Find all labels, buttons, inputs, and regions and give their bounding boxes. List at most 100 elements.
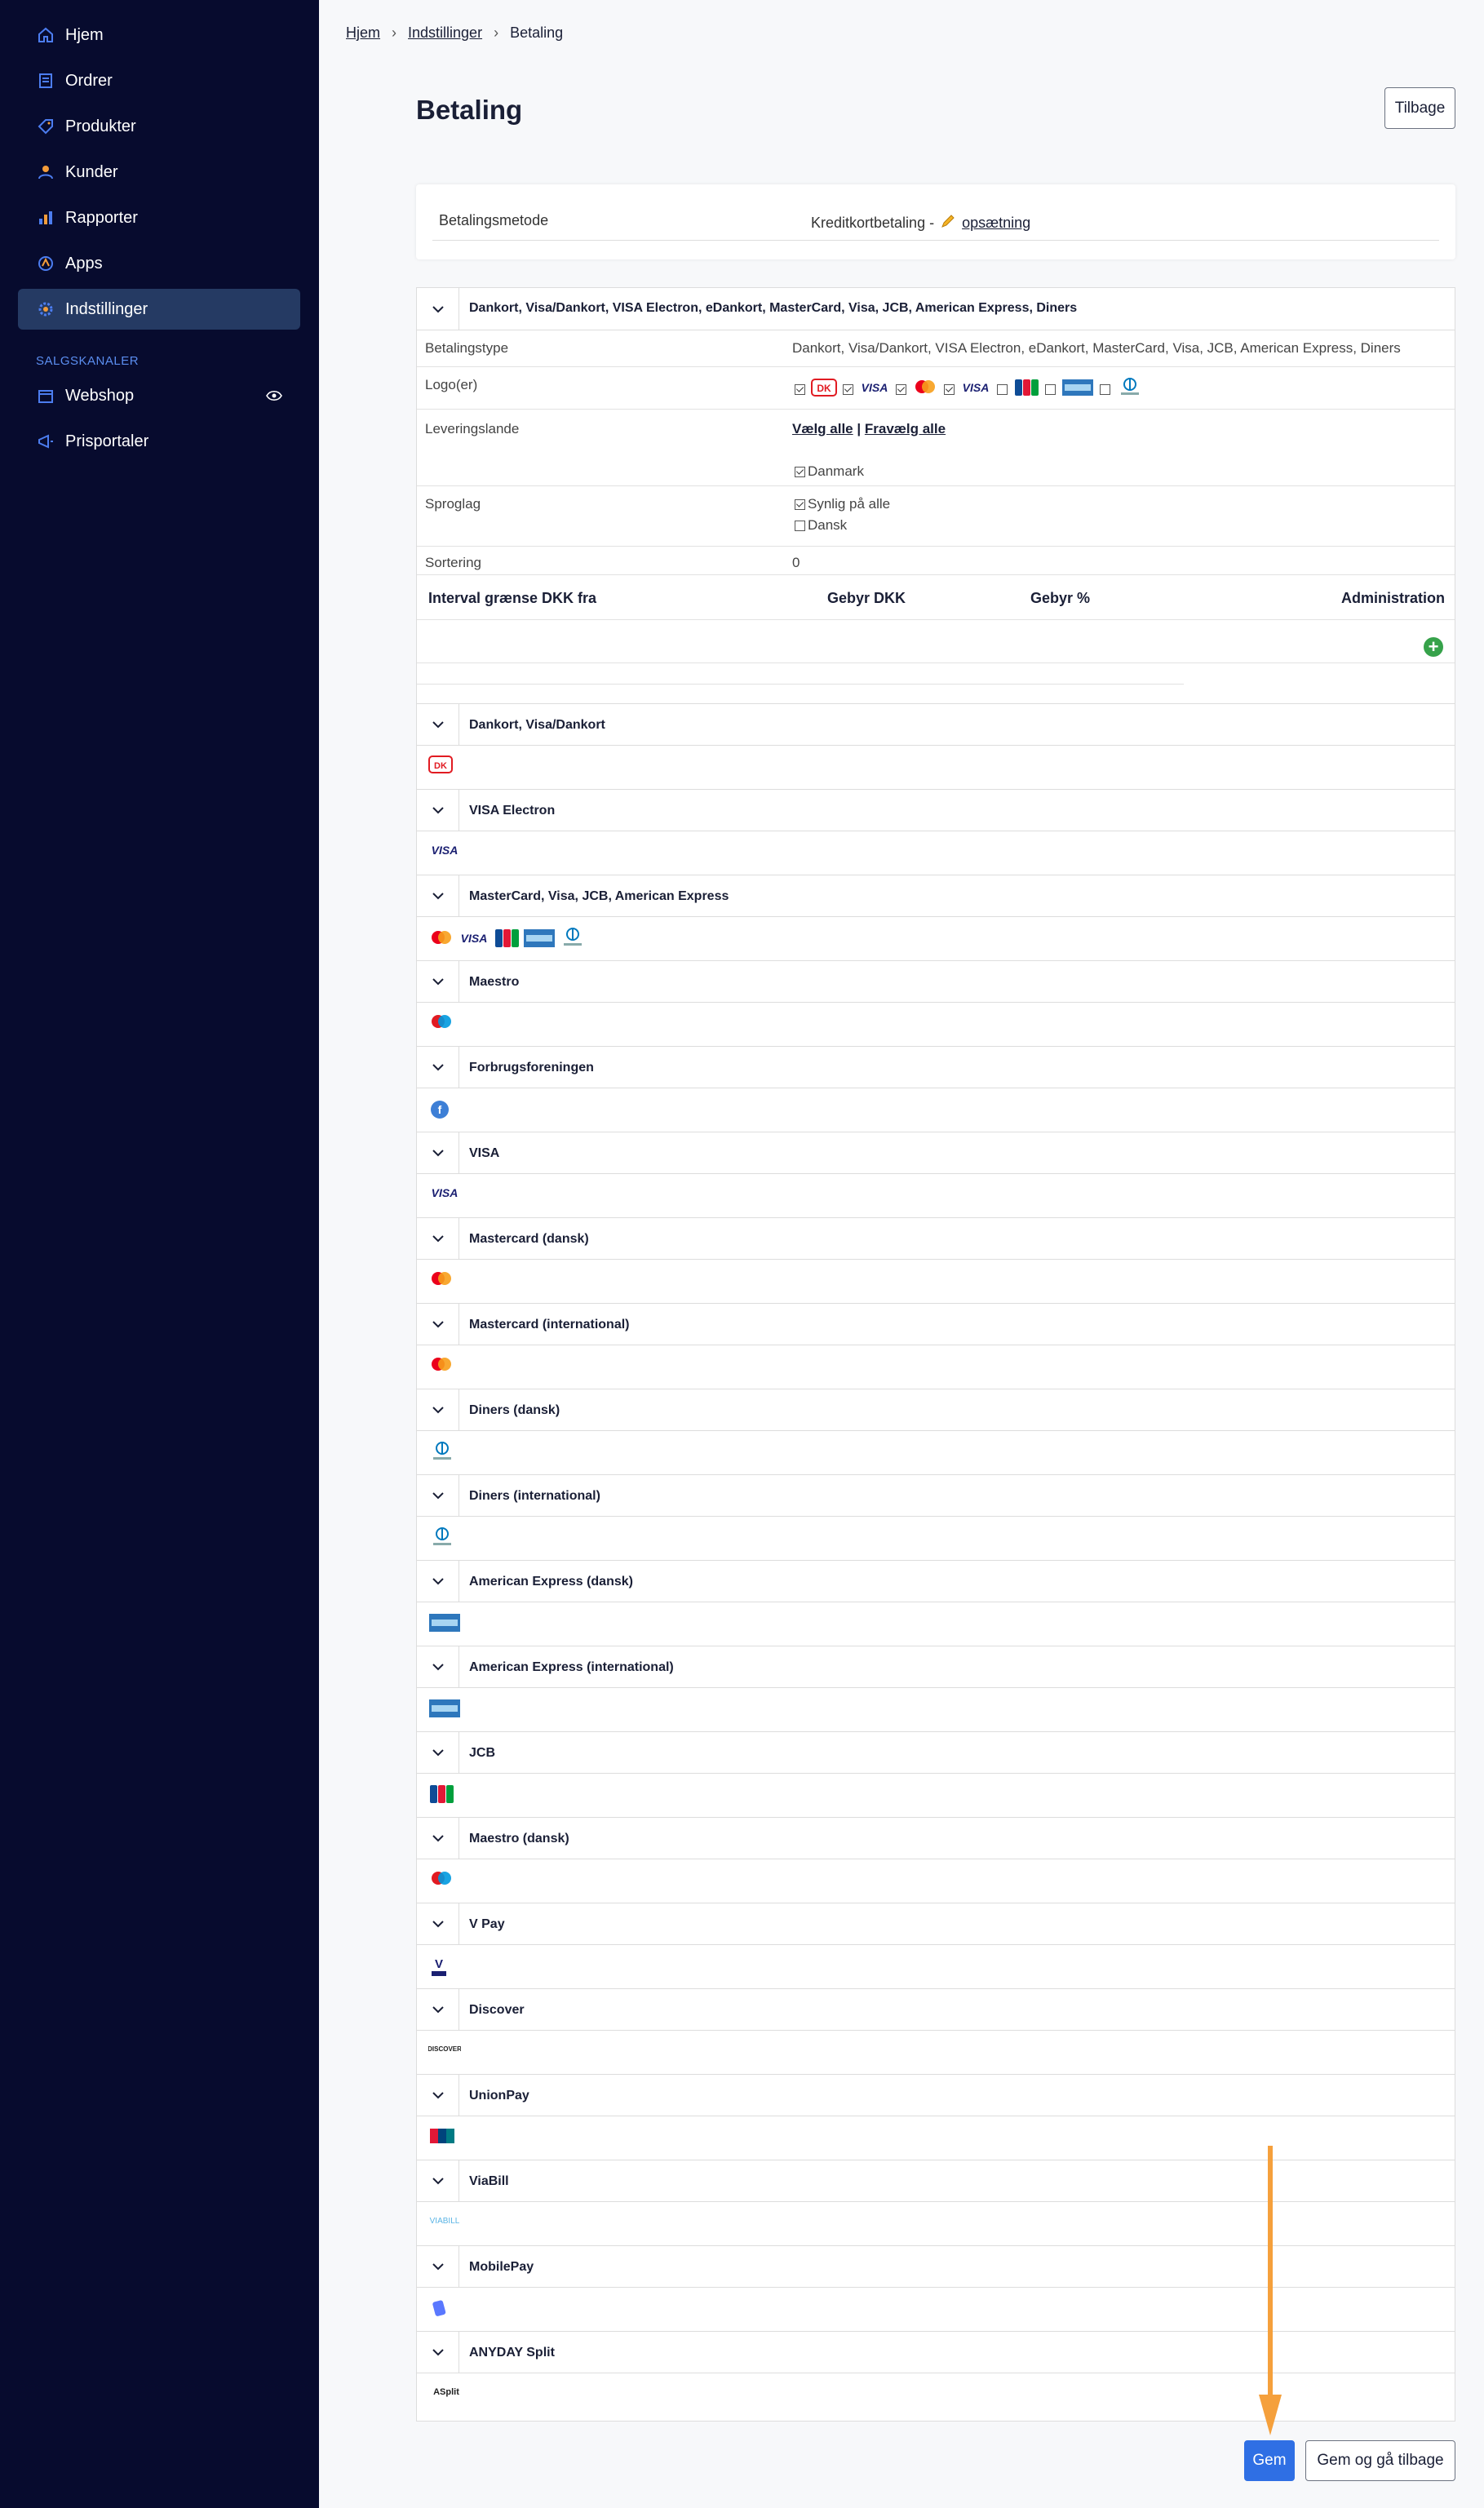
logo-checkbox[interactable] bbox=[997, 384, 1008, 395]
user-icon bbox=[36, 162, 55, 182]
visa-icon: VISA bbox=[428, 1184, 461, 1206]
subsection-header[interactable]: Maestro (dansk) bbox=[417, 1817, 1455, 1859]
nav-kunder[interactable]: Kunder bbox=[18, 152, 300, 193]
subsection-header[interactable]: VISA Electron bbox=[417, 789, 1455, 831]
chevron-down-icon[interactable] bbox=[417, 1047, 459, 1088]
chevron-down-icon[interactable] bbox=[417, 2246, 459, 2287]
subsection-header[interactable]: American Express (dansk) bbox=[417, 1560, 1455, 1602]
subsection-header[interactable]: ViaBill bbox=[417, 2160, 1455, 2202]
subsection-logos bbox=[417, 1260, 1455, 1303]
svg-text:VISA: VISA bbox=[862, 381, 888, 394]
mastercard-icon bbox=[428, 928, 454, 952]
chevron-down-icon[interactable] bbox=[417, 704, 459, 745]
row-type: Betalingstype Dankort, Visa/Dankort, VIS… bbox=[417, 330, 1455, 367]
setup-link[interactable]: opsætning bbox=[962, 215, 1030, 232]
chevron-down-icon[interactable] bbox=[417, 1389, 459, 1430]
subsection-header[interactable]: ANYDAY Split bbox=[417, 2331, 1455, 2373]
visa-icon: VISA bbox=[960, 379, 991, 401]
sort-label: Sortering bbox=[425, 555, 481, 570]
lang-dk-checkbox[interactable] bbox=[795, 521, 805, 532]
subsection-logos: VIABILL bbox=[417, 2202, 1455, 2245]
subsection-title: Mastercard (international) bbox=[469, 1318, 630, 1332]
eye-icon[interactable] bbox=[266, 388, 282, 406]
subsection-header[interactable]: Dankort, Visa/Dankort bbox=[417, 703, 1455, 746]
chevron-down-icon[interactable] bbox=[417, 790, 459, 831]
add-interval-button[interactable]: + bbox=[1424, 637, 1443, 657]
chevron-down-icon[interactable] bbox=[417, 1903, 459, 1944]
nav-label: Prisportaler bbox=[65, 432, 149, 450]
diners-icon bbox=[428, 1441, 456, 1468]
method-name: Kreditkortbetaling - bbox=[811, 215, 935, 231]
select-all-link[interactable]: Vælg alle bbox=[792, 421, 853, 436]
subsection-title: JCB bbox=[469, 1746, 496, 1760]
chevron-down-icon[interactable] bbox=[417, 2332, 459, 2373]
subsection-logos: f bbox=[417, 1088, 1455, 1132]
logo-checkbox[interactable] bbox=[1045, 384, 1056, 395]
nav-prisportaler[interactable]: Prisportaler bbox=[18, 421, 300, 462]
logo-checkbox[interactable] bbox=[843, 384, 853, 395]
nav-label: Kunder bbox=[65, 162, 118, 181]
save-back-button[interactable]: Gem og gå tilbage bbox=[1305, 2440, 1455, 2481]
chevron-down-icon[interactable] bbox=[417, 2075, 459, 2116]
subsection-header[interactable]: American Express (international) bbox=[417, 1646, 1455, 1688]
nav-apps[interactable]: Apps bbox=[18, 243, 300, 284]
country-checkbox[interactable] bbox=[795, 467, 805, 478]
nav-ordrer[interactable]: Ordrer bbox=[18, 60, 300, 101]
chevron-down-icon[interactable] bbox=[417, 1475, 459, 1516]
chevron-down-icon[interactable] bbox=[417, 1646, 459, 1687]
subsection-header[interactable]: JCB bbox=[417, 1731, 1455, 1774]
breadcrumb-settings[interactable]: Indstillinger bbox=[408, 24, 482, 42]
amex-icon bbox=[428, 1698, 461, 1723]
subsection-header[interactable]: MasterCard, Visa, JCB, American Express bbox=[417, 875, 1455, 917]
nav-hjem[interactable]: Hjem bbox=[18, 15, 300, 55]
mastercard-icon bbox=[428, 1355, 454, 1379]
chevron-down-icon[interactable] bbox=[417, 1989, 459, 2030]
megaphone-icon bbox=[36, 432, 55, 451]
chevron-down-icon[interactable] bbox=[417, 1132, 459, 1173]
subsection-header[interactable]: Maestro bbox=[417, 960, 1455, 1003]
chevron-down-icon[interactable] bbox=[417, 1818, 459, 1859]
subsection-title: ANYDAY Split bbox=[469, 2346, 555, 2360]
chevron-down-icon[interactable] bbox=[417, 2160, 459, 2201]
save-button[interactable]: Gem bbox=[1244, 2440, 1295, 2481]
chevron-down-icon[interactable] bbox=[417, 875, 459, 916]
chevron-down-icon[interactable] bbox=[417, 1561, 459, 1602]
nav-rapporter[interactable]: Rapporter bbox=[18, 197, 300, 238]
payment-subsection: American Express (dansk) bbox=[417, 1560, 1455, 1646]
subsection-header[interactable]: Mastercard (dansk) bbox=[417, 1217, 1455, 1260]
visa-icon: VISA bbox=[859, 379, 890, 401]
subsection-header[interactable]: VISA bbox=[417, 1132, 1455, 1174]
logo-checkbox[interactable] bbox=[1100, 384, 1110, 395]
subsection-title: V Pay bbox=[469, 1917, 505, 1931]
interval-header: Interval grænse DKK fra Gebyr DKK Gebyr … bbox=[417, 575, 1455, 620]
subsection-header[interactable]: V Pay bbox=[417, 1903, 1455, 1945]
lang-all-checkbox[interactable] bbox=[795, 499, 805, 511]
back-button[interactable]: Tilbage bbox=[1384, 87, 1455, 129]
nav-indstillinger[interactable]: Indstillinger bbox=[18, 289, 300, 330]
nav-produkter[interactable]: Produkter bbox=[18, 106, 300, 147]
subsection-header[interactable]: MobilePay bbox=[417, 2245, 1455, 2288]
payment-subsection: Diners (international) bbox=[417, 1474, 1455, 1560]
subsection-header[interactable]: Mastercard (international) bbox=[417, 1303, 1455, 1345]
nav-webshop[interactable]: Webshop bbox=[18, 375, 300, 416]
subsection-header[interactable]: Discover bbox=[417, 1988, 1455, 2031]
logo-checkbox[interactable] bbox=[944, 384, 955, 395]
breadcrumb-home[interactable]: Hjem bbox=[346, 24, 380, 42]
chevron-down-icon[interactable] bbox=[417, 961, 459, 1002]
subsection-header[interactable]: UnionPay bbox=[417, 2074, 1455, 2116]
deselect-all-link[interactable]: Fravælg alle bbox=[865, 421, 946, 436]
chevron-down-icon[interactable] bbox=[417, 1732, 459, 1773]
subsection-header[interactable]: Diners (international) bbox=[417, 1474, 1455, 1517]
chevron-down-icon[interactable] bbox=[417, 288, 459, 330]
subsection-header[interactable]: Forbrugsforeningen bbox=[417, 1046, 1455, 1088]
chevron-down-icon[interactable] bbox=[417, 1218, 459, 1259]
panel-header[interactable]: Dankort, Visa/Dankort, VISA Electron, eD… bbox=[417, 288, 1455, 330]
logo-checkbox[interactable] bbox=[795, 384, 805, 395]
chevron-down-icon[interactable] bbox=[417, 1304, 459, 1345]
svg-text:V: V bbox=[435, 1957, 443, 1971]
subsection-logos: VISA bbox=[417, 1174, 1455, 1217]
lang-dk-option: Dansk bbox=[792, 517, 847, 534]
subsection-header[interactable]: Diners (dansk) bbox=[417, 1389, 1455, 1431]
logo-checkbox[interactable] bbox=[896, 384, 906, 395]
jcb-icon bbox=[428, 1784, 454, 1809]
